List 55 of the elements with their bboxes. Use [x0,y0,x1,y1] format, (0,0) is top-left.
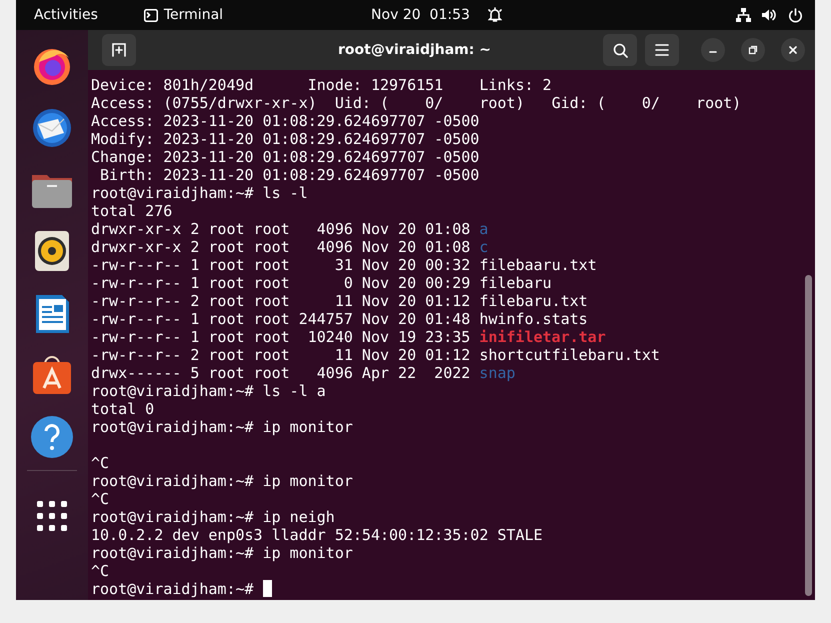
terminal-text: root@viraidjham:~# ip monitor [91,544,353,562]
add-tab-icon [112,43,126,57]
directory-name: c [479,238,488,256]
terminal-text: root@viraidjham:~# ls -l a [91,382,326,400]
directory-name: a [479,220,488,238]
terminal-text: total 276 [91,202,172,220]
menu-icon [655,44,669,56]
terminal-text: -rw-r--r-- 1 root root 10240 Nov 19 23:35 [91,328,470,346]
archive-name: inifiletar.tar [479,328,606,346]
bell-icon [488,7,502,23]
minimize-button[interactable] [701,38,725,62]
search-icon [612,42,628,58]
network-icon[interactable] [736,8,751,22]
menu-button[interactable] [645,34,679,66]
text-cursor [262,580,272,597]
terminal-text: root@viraidjham:~# [91,580,254,598]
maximize-button[interactable] [741,38,765,62]
window-title: root@viraidjham: ~ [337,42,492,58]
terminal-text: drwx------ 5 root root 4096 Apr 22 2022 [91,364,470,382]
volume-icon[interactable] [761,8,776,22]
terminal-text: -rw-r--r-- 1 root root 0 Nov 20 00:29 filebaru [91,274,552,292]
terminal-text: Access: (0755/drwxr-xr-x) Uid: ( 0/ root) Gid: ( 0/ root) [91,94,742,112]
terminal-text: drwxr-xr-x 2 root root 4096 Nov 20 01:08 [91,238,470,256]
terminal-text: Birth: 2023-11-20 01:08:29.624697707 -0500 [99,166,480,184]
terminal-text: total 0 [91,400,154,418]
terminal-text: ^C [91,454,110,472]
new-tab-button[interactable] [102,34,136,66]
terminal-text: -rw-r--r-- 2 root root 11 Nov 20 01:12 filebaru.txt [91,292,588,310]
terminal-text: root@viraidjham:~# ip neigh [91,508,335,526]
terminal-text: ^C [91,490,110,508]
app-menu[interactable]: Terminal [164,7,224,23]
terminal-text: Change: 2023-11-20 01:08:29.624697707 -0500 [91,148,480,166]
maximize-icon [748,45,758,55]
terminal-text: root@viraidjham:~# ip monitor [91,418,353,436]
scrollbar[interactable] [805,275,812,596]
terminal-text: Modify: 2023-11-20 01:08:29.624697707 -0500 [91,130,480,148]
directory-name: snap [479,364,516,382]
power-icon[interactable] [788,8,803,22]
terminal-text: Access: 2023-11-20 01:08:29.624697707 -0500 [91,112,480,130]
close-button[interactable] [781,38,805,62]
terminal-icon [144,8,158,22]
help-icon[interactable] [29,414,75,460]
terminal-text: -rw-r--r-- 1 root root 31 Nov 20 00:32 filebaaru.txt [91,256,597,274]
terminal-text: -rw-r--r-- 1 root root 244757 Nov 20 01:48 hwinfo.stats [91,310,588,328]
terminal-text: ^C [91,562,110,580]
activities-button[interactable]: Activities [34,7,98,23]
terminal-text: root@viraidjham:~# ls -l [91,184,308,202]
clock[interactable]: Nov 20 01:53 [371,7,470,23]
terminal-text: -rw-r--r-- 2 root root 11 Nov 20 01:12 shortcutfilebaru.txt [91,346,660,364]
terminal-text: 10.0.2.2 dev enp0s3 lladdr 52:54:00:12:35:02 STALE [91,526,543,544]
terminal-text: Device: 801h/2049d Inode: 12976151 Links: 2 [91,76,552,94]
close-icon [788,45,798,55]
terminal-text: root@viraidjham:~# ip monitor [91,472,353,490]
search-button[interactable] [603,34,637,66]
terminal-text: drwxr-xr-x 2 root root 4096 Nov 20 01:08 [91,220,470,238]
